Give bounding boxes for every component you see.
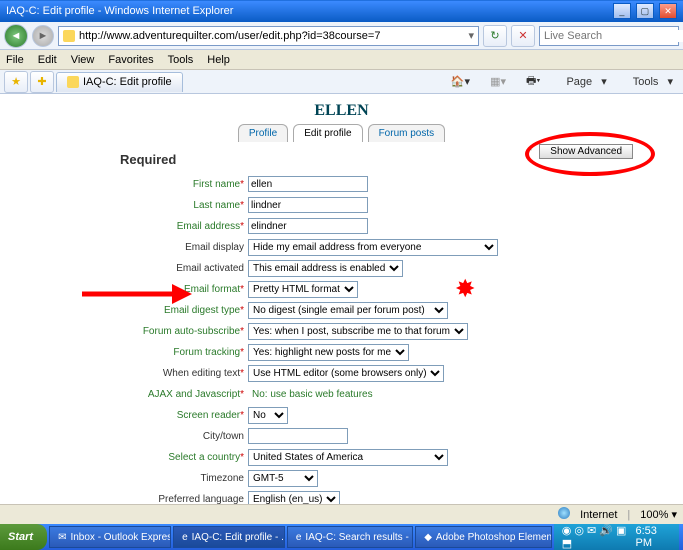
label-email-format: Email format [184, 284, 240, 295]
window-buttons: _ ▢ ✕ [611, 3, 677, 19]
status-divider: | [627, 509, 630, 521]
window-title: IAQ-C: Edit profile - Windows Internet E… [6, 5, 233, 17]
browser-tab[interactable]: IAQ-C: Edit profile [56, 72, 183, 92]
advanced-marker-icon: * [528, 145, 532, 157]
label-email-digest: Email digest type [164, 305, 240, 316]
add-favorite-icon[interactable]: ✚ [30, 71, 54, 93]
zoom-label[interactable]: 100% ▾ [640, 508, 677, 521]
tab-edit-profile[interactable]: Edit profile [293, 124, 362, 142]
menu-file[interactable]: File [6, 54, 24, 66]
menu-view[interactable]: View [71, 54, 95, 66]
label-language: Preferred language [158, 494, 244, 505]
menu-tools[interactable]: Tools [168, 54, 194, 66]
forum-tracking-select[interactable]: Yes: highlight new posts for me [248, 344, 409, 361]
back-button[interactable]: ◄ [4, 24, 28, 48]
task-outlook[interactable]: ✉ Inbox - Outlook Express [49, 526, 171, 548]
show-advanced-button[interactable]: Show Advanced [539, 144, 633, 159]
search-input[interactable] [544, 30, 683, 42]
label-forum-tracking: Forum tracking [173, 347, 240, 358]
label-forum-autosubscribe: Forum auto-subscribe [143, 326, 240, 337]
label-editing-text: When editing text [163, 368, 240, 379]
screen-reader-select[interactable]: No [248, 407, 288, 424]
address-bar-row: ◄ ► ▾ ↻ ✕ 🔍 [0, 22, 683, 50]
tab-profile[interactable]: Profile [238, 124, 288, 142]
label-email-address: Email address [177, 221, 240, 232]
email-display-select[interactable]: Hide my email address from everyone [248, 239, 498, 256]
zone-label: Internet [580, 509, 617, 521]
forward-button[interactable]: ► [32, 25, 54, 47]
task-photoshop[interactable]: ◆ Adobe Photoshop Elements [415, 526, 552, 548]
menubar: File Edit View Favorites Tools Help [0, 50, 683, 70]
favorites-star-icon[interactable]: ★ [4, 71, 28, 93]
show-advanced-wrapper: * Show Advanced [528, 144, 633, 159]
stop-button[interactable]: ✕ [511, 25, 535, 47]
label-timezone: Timezone [200, 473, 244, 484]
label-city: City/town [203, 431, 244, 442]
task-ie-search[interactable]: e IAQ-C: Search results - ... [287, 526, 413, 548]
first-name-input[interactable] [248, 176, 368, 192]
url-input[interactable] [79, 30, 464, 42]
timezone-select[interactable]: GMT-5 [248, 470, 318, 487]
menu-edit[interactable]: Edit [38, 54, 57, 66]
label-first-name: First name [193, 179, 240, 190]
email-digest-select[interactable]: No digest (single email per forum post) [248, 302, 448, 319]
refresh-button[interactable]: ↻ [483, 25, 507, 47]
label-last-name: Last name [193, 200, 240, 211]
menu-help[interactable]: Help [207, 54, 230, 66]
label-email-display: Email display [185, 242, 244, 253]
city-input[interactable] [248, 428, 348, 444]
minimize-button[interactable]: _ [613, 3, 631, 19]
search-box[interactable]: 🔍 [539, 26, 679, 46]
label-email-activated: Email activated [176, 263, 244, 274]
page-title: ELLEN [0, 94, 683, 124]
page-menu[interactable]: Page ▾ [554, 75, 612, 88]
feeds-icon[interactable]: ▦▾ [484, 75, 512, 88]
tools-menu[interactable]: Tools ▾ [621, 75, 679, 88]
email-format-select[interactable]: Pretty HTML format [248, 281, 358, 298]
tray-icons[interactable]: ◉ ◎ ✉ 🔊 ▣ ⬒ [562, 524, 630, 550]
status-bar: Internet | 100% ▾ [0, 504, 683, 524]
editing-text-select[interactable]: Use HTML editor (some browsers only) [248, 365, 444, 382]
label-screen-reader: Screen reader [177, 410, 240, 421]
country-select[interactable]: United States of America [248, 449, 448, 466]
security-icon [558, 507, 570, 522]
page-content: ELLEN Profile Edit profile Forum posts R… [0, 94, 683, 504]
favicon-icon [63, 30, 75, 42]
maximize-button[interactable]: ▢ [636, 3, 654, 19]
label-ajax: AJAX and Javascript [148, 389, 240, 400]
email-address-input[interactable] [248, 218, 368, 234]
address-bar[interactable]: ▾ [58, 26, 479, 46]
forum-autosubscribe-select[interactable]: Yes: when I post, subscribe me to that f… [248, 323, 468, 340]
browser-tab-bar: ★ ✚ IAQ-C: Edit profile 🏠▾ ▦▾ 🖶▾ Page ▾ … [0, 70, 683, 94]
task-ie-editprofile[interactable]: e IAQ-C: Edit profile - ... [173, 526, 285, 548]
taskbar: Start ✉ Inbox - Outlook Express e IAQ-C:… [0, 524, 683, 550]
close-button[interactable]: ✕ [659, 3, 677, 19]
language-select[interactable]: English (en_us) [248, 491, 340, 505]
last-name-input[interactable] [248, 197, 368, 213]
tab-favicon-icon [67, 76, 79, 88]
browser-tools: 🏠▾ ▦▾ 🖶▾ Page ▾ Tools ▾ [445, 72, 679, 91]
print-icon[interactable]: 🖶▾ [520, 72, 546, 91]
url-dropdown-icon[interactable]: ▾ [468, 29, 474, 42]
email-activated-select[interactable]: This email address is enabled [248, 260, 403, 277]
ajax-value: No: use basic web features [248, 389, 373, 400]
home-icon[interactable]: 🏠▾ [445, 75, 476, 88]
window-titlebar: IAQ-C: Edit profile - Windows Internet E… [0, 0, 683, 22]
profile-tabs: Profile Edit profile Forum posts [0, 124, 683, 142]
tray-clock: 6:53 PM [635, 525, 671, 549]
tab-forum-posts[interactable]: Forum posts [368, 124, 446, 142]
tab-label: IAQ-C: Edit profile [83, 76, 172, 88]
label-country: Select a country [168, 452, 240, 463]
menu-favorites[interactable]: Favorites [108, 54, 153, 66]
start-button[interactable]: Start [0, 524, 47, 550]
system-tray[interactable]: ◉ ◎ ✉ 🔊 ▣ ⬒ 6:53 PM [554, 524, 679, 550]
